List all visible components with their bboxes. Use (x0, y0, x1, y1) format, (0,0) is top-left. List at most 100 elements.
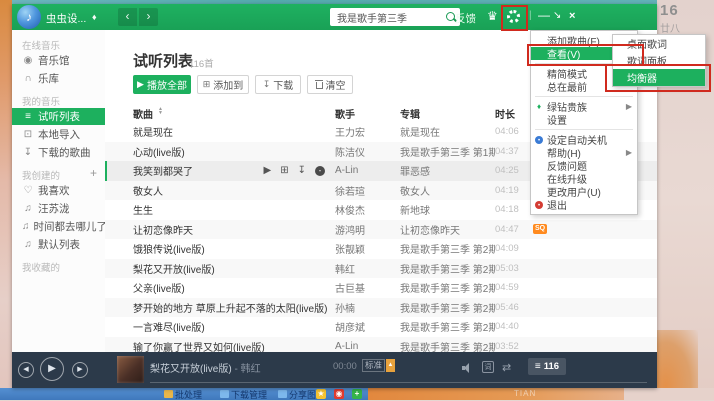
song-album[interactable]: 我是歌手第三季 第2期 (400, 319, 495, 334)
download-icon[interactable]: ↧ (298, 165, 306, 176)
plus-icon[interactable]: + (352, 389, 362, 399)
submenu-item-2[interactable]: 均衡器 (613, 69, 705, 86)
add-to-button[interactable]: ⊞ 添加到 (197, 75, 249, 94)
sidebar-item-2-3[interactable]: ♫默认列表 (12, 236, 105, 253)
album-art[interactable] (117, 356, 144, 383)
taskbar-item-1[interactable]: 下载管理 (220, 389, 267, 399)
column-song[interactable]: 歌曲 ▲▼ (105, 106, 335, 121)
search-input[interactable] (335, 9, 444, 26)
song-singer[interactable]: A-Lin (335, 165, 400, 176)
sidebar-item-1-1[interactable]: ⊡本地导入 (12, 126, 105, 143)
eye-icon[interactable]: ◉ (334, 389, 344, 399)
song-album[interactable]: 我是歌手第三季 第2期 (400, 241, 495, 256)
vip-crown-icon[interactable]: ♛ (487, 9, 498, 23)
song-album[interactable]: 我是歌手第三季 第2期 (400, 280, 495, 295)
now-playing: 梨花又开放(live版) - 韩红 (150, 360, 261, 375)
add-box-icon[interactable]: ⊞ (280, 165, 288, 176)
song-title-text: 让初恋像昨天 (133, 222, 193, 237)
menu-item-label: 总在最前 (547, 79, 587, 94)
song-singer[interactable]: 韩红 (335, 261, 400, 276)
column-album[interactable]: 专辑 (400, 106, 495, 121)
search-icon[interactable] (446, 12, 455, 21)
submenu-item-0[interactable]: 桌面歌词 (613, 35, 705, 52)
song-album[interactable]: 我是歌手第三季 第2期 (400, 261, 495, 276)
play-icon: ▶ (137, 80, 144, 89)
table-row[interactable]: 梦开始的地方 草原上升起不落的太阳(live版)孙楠我是歌手第三季 第2期05:… (105, 298, 657, 318)
close-button[interactable]: × (569, 10, 575, 22)
feedback-link[interactable]: 反馈 (455, 11, 476, 26)
playlist-queue-button[interactable]: ≡ 116 (528, 358, 566, 375)
volume-icon[interactable] (462, 363, 474, 373)
song-album[interactable]: 我是歌手第三季 第1期 (400, 144, 495, 159)
song-singer[interactable]: 古巨基 (335, 280, 400, 295)
sidebar-item-2-0[interactable]: ♡我喜欢 (12, 182, 105, 199)
song-singer[interactable]: 游鸿明 (335, 222, 400, 237)
username[interactable]: 虫虫设... (46, 11, 86, 26)
sort-icon[interactable]: ▲▼ (158, 109, 163, 117)
next-track-button[interactable]: ▶ (72, 362, 88, 378)
song-album[interactable]: 就是现在 (400, 124, 495, 139)
play-icon[interactable]: ▶ (264, 165, 272, 176)
now-playing-title: 梨花又开放(live版) (150, 364, 232, 375)
trash-icon (315, 80, 323, 89)
song-singer[interactable]: 林俊杰 (335, 202, 400, 217)
table-row[interactable]: 饿狼传说(live版)张靓颖我是歌手第三季 第2期04:09 (105, 239, 657, 259)
add-playlist-button[interactable]: + (90, 166, 97, 180)
song-singer[interactable]: 张靓颖 (335, 241, 400, 256)
song-title-text: 就是现在 (133, 124, 173, 139)
sidebar-item-2-1[interactable]: ♫汪苏泷 (12, 200, 105, 217)
song-singer[interactable]: A-Lin (335, 341, 400, 352)
sidebar-item-1-0[interactable]: ≡试听列表 (12, 108, 105, 125)
clear-button[interactable]: 清空 (307, 75, 353, 94)
sidebar-item-1-2[interactable]: ↧下载的歌曲 (12, 144, 105, 161)
column-duration[interactable]: 时长 (495, 106, 527, 121)
taskbar-item-0[interactable]: 批处理 (164, 389, 202, 399)
green-diamond-icon: ♦ (534, 102, 544, 112)
now-playing-artist[interactable]: 韩红 (241, 364, 261, 375)
mini-mode-icon[interactable]: ↘ (553, 10, 561, 21)
table-row[interactable]: 梨花又开放(live版)韩红我是歌手第三季 第2期05:03 (105, 259, 657, 279)
quality-selector[interactable]: 标准 ▲ (362, 359, 395, 372)
song-singer[interactable]: 徐若瑄 (335, 183, 400, 198)
song-album[interactable]: 我是歌手第三季 第2期 (400, 300, 495, 315)
submenu-item-1[interactable]: 歌词面板 (613, 52, 705, 69)
forward-button[interactable]: › (139, 8, 158, 26)
song-singer[interactable]: 胡彦斌 (335, 319, 400, 334)
back-button[interactable]: ‹ (118, 8, 137, 26)
play-mode-icon[interactable]: ⇄ (502, 361, 511, 374)
song-album[interactable]: 新地球 (400, 202, 495, 217)
more-icon[interactable]: - (315, 166, 325, 176)
sidebar-item-0-1[interactable]: ∩乐库 (12, 70, 105, 87)
app-logo-icon[interactable]: ♪ (17, 5, 41, 29)
play-all-button[interactable]: ▶ 播放全部 (133, 75, 191, 94)
sidebar-section-label: 我收藏的 (22, 260, 60, 274)
list-icon: ≡ (22, 111, 34, 122)
star-icon[interactable]: ★ (316, 389, 326, 399)
settings-gear-icon[interactable] (507, 10, 520, 23)
quality-arrow-icon[interactable]: ▲ (386, 359, 395, 372)
play-button[interactable]: ▶ (40, 357, 64, 381)
menu-item-7[interactable]: 设置 (531, 113, 637, 126)
sidebar-item-2-2[interactable]: ♫时间都去哪儿了 (12, 218, 105, 235)
download-icon: ↧ (22, 147, 34, 158)
song-singer[interactable]: 王力宏 (335, 124, 400, 139)
sidebar-item-0-0[interactable]: ◉音乐馆 (12, 52, 105, 69)
song-singer[interactable]: 陈洁仪 (335, 144, 400, 159)
song-album[interactable]: 罪恶感 (400, 163, 495, 178)
song-title-text: 心动(live版) (133, 144, 185, 159)
previous-track-button[interactable]: ◀ (18, 362, 34, 378)
minimize-button[interactable]: — (538, 8, 550, 22)
menu-item-14[interactable]: •退出 (531, 198, 637, 211)
lyrics-icon[interactable]: 词 (482, 361, 494, 373)
song-album[interactable]: 敬女人 (400, 183, 495, 198)
heart-icon: ♡ (22, 185, 34, 196)
song-singer[interactable]: 孙楠 (335, 300, 400, 315)
progress-bar[interactable] (150, 382, 647, 383)
table-row[interactable]: 一言难尽(live版)胡彦斌我是歌手第三季 第2期04:40 (105, 317, 657, 337)
table-row[interactable]: 父亲(live版)古巨基我是歌手第三季 第2期04:59 (105, 278, 657, 298)
quality-label[interactable]: 标准 (362, 359, 385, 372)
column-singer[interactable]: 歌手 (335, 106, 400, 121)
table-row[interactable]: 让初恋像昨天游鸿明让初恋像昨天04:47SQ (105, 220, 657, 240)
download-button[interactable]: ↧ 下载 (255, 75, 301, 94)
song-album[interactable]: 让初恋像昨天 (400, 222, 495, 237)
